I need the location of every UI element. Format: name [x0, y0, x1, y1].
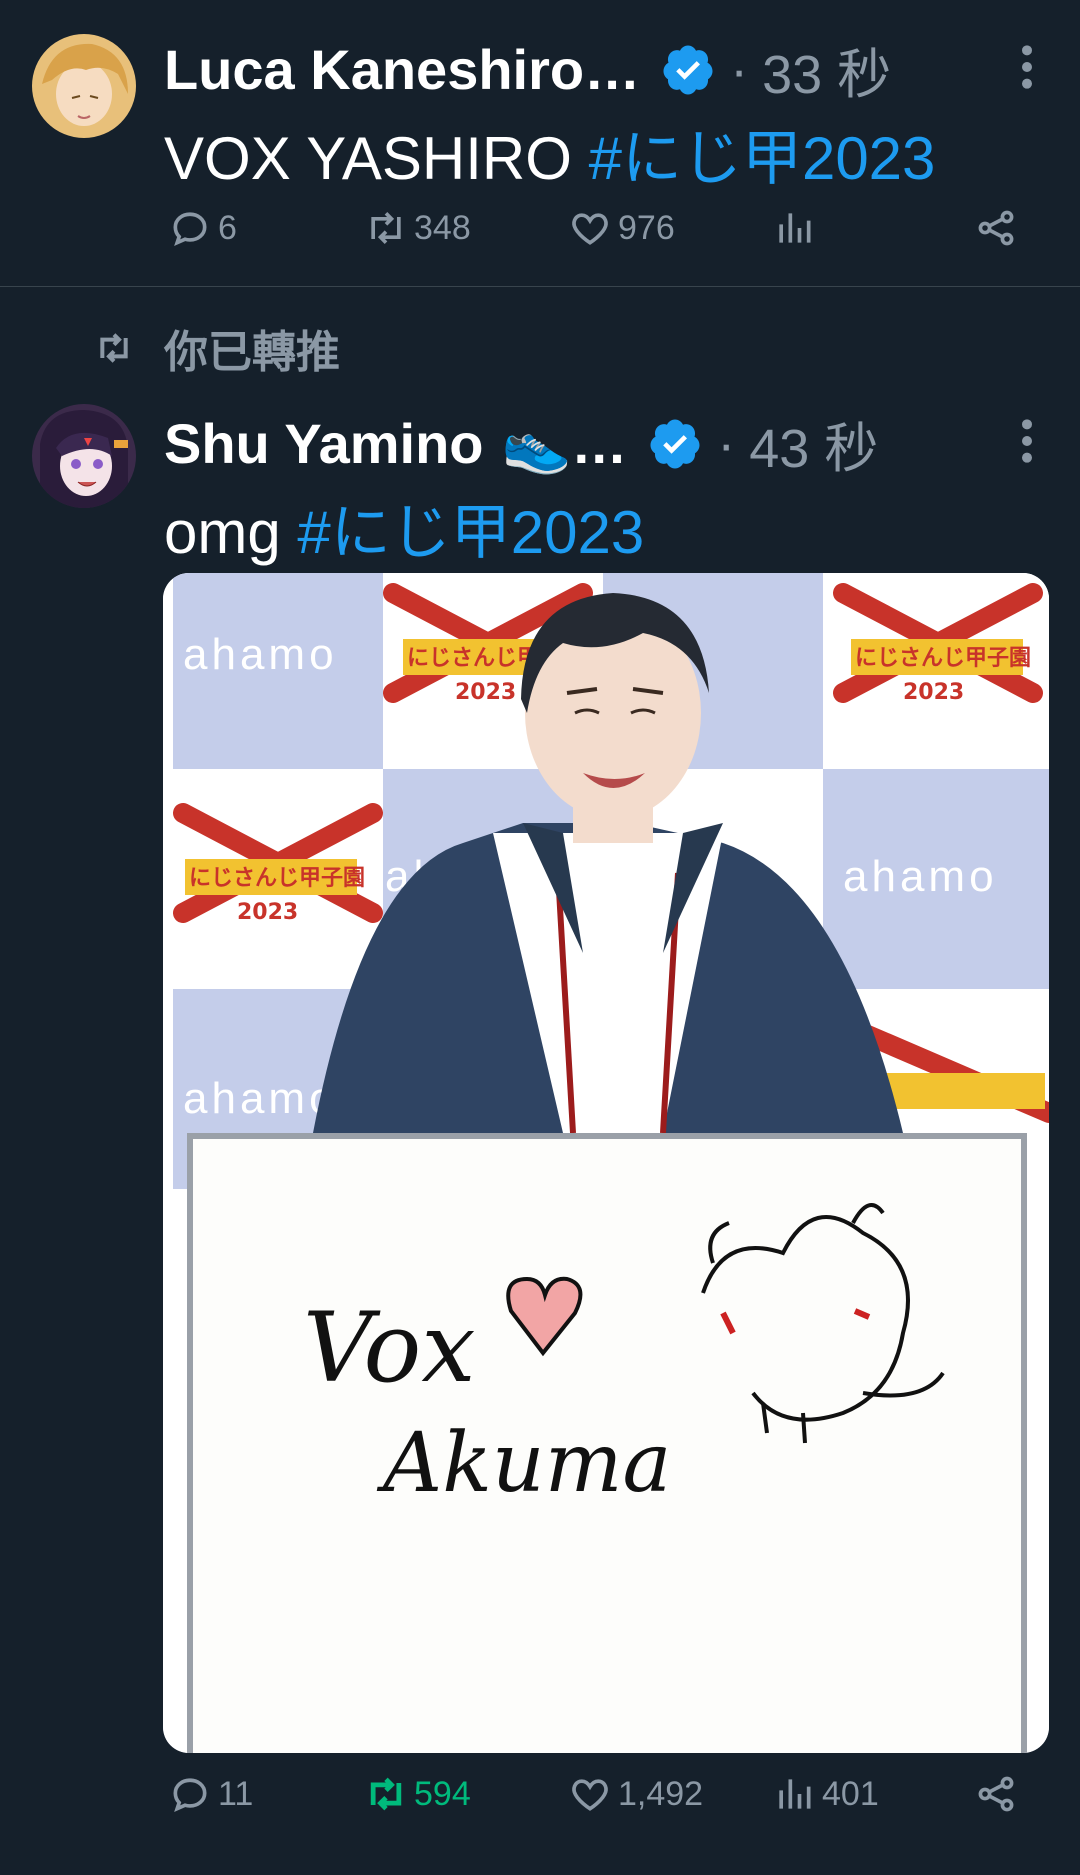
badge-2-text: にじさんじ甲子園: [855, 646, 1031, 671]
reply-icon: [173, 212, 207, 247]
more-icon[interactable]: [1012, 416, 1042, 466]
action-bar: 11 594 1,492 401: [168, 1772, 1028, 1832]
retweet-count: 348: [414, 208, 471, 247]
board-text-vox: Vox: [303, 1292, 475, 1404]
views-button[interactable]: 401: [772, 1772, 879, 1816]
shoe-emoji-icon: 👟: [501, 411, 572, 475]
author-name[interactable]: Shu Yamino: [164, 411, 483, 476]
retweet-indicator: 你已轉推: [92, 316, 340, 380]
backdrop-logo-1: ahamo: [183, 630, 338, 679]
avatar-shu-image: [32, 404, 136, 508]
backdrop-logo-4: ahamo: [183, 1074, 338, 1123]
retweet-indicator-icon: [100, 333, 128, 363]
like-count: 976: [618, 208, 675, 247]
retweet-icon: [371, 212, 401, 244]
separator: ·: [730, 39, 749, 100]
views-count: 401: [822, 1774, 879, 1813]
badge-3-year: 2023: [237, 900, 298, 925]
media-illustration: ahamo ahamo ahamo ahamo にじさんじ甲子園 2023 にじ…: [163, 573, 1049, 1753]
avatar-shu[interactable]: [32, 404, 136, 508]
avatar-luca-image: [32, 34, 136, 138]
author-name[interactable]: Luca Kaneshiro…: [164, 37, 640, 102]
reply-count: 6: [218, 208, 237, 247]
author-row: Luca Kaneshiro… · 33 秒: [164, 30, 891, 109]
views-icon: [779, 213, 811, 243]
reply-button[interactable]: 11: [168, 1772, 253, 1816]
verified-icon: [650, 419, 700, 468]
like-count: 1,492: [618, 1774, 704, 1813]
share-icon: [978, 210, 1014, 246]
tweet-text: omg #にじ甲2023: [164, 484, 644, 571]
separator: ·: [717, 413, 736, 474]
badge-3-text: にじさんじ甲子園: [189, 866, 365, 891]
more-icon[interactable]: [1012, 42, 1042, 92]
action-bar: 6 348 976: [168, 206, 1028, 266]
author-row: Shu Yamino 👟 … · 43 秒: [164, 404, 878, 483]
retweet-count: 594: [414, 1774, 471, 1813]
badge-2-year: 2023: [903, 680, 964, 705]
share-button[interactable]: [974, 1772, 1024, 1816]
like-icon: [572, 1779, 608, 1811]
retweet-indicator-label: 你已轉推: [164, 328, 340, 377]
retweet-icon: [370, 1777, 402, 1811]
hashtag-link[interactable]: #にじ甲2023: [589, 125, 936, 192]
tweet-text: VOX YASHIRO #にじ甲2023: [164, 110, 935, 197]
reply-button[interactable]: 6: [168, 206, 237, 250]
timestamp[interactable]: 33 秒: [762, 30, 891, 109]
board-text-akuma: Akuma: [376, 1416, 671, 1511]
tweet-body: omg: [164, 499, 281, 566]
views-icon: [779, 1779, 811, 1809]
share-icon: [978, 1776, 1014, 1812]
tweet-luca[interactable]: Luca Kaneshiro… · 33 秒 VOX YASHIRO #にじ甲2…: [0, 0, 1080, 287]
timestamp[interactable]: 43 秒: [749, 404, 878, 483]
like-button[interactable]: 976: [568, 206, 675, 250]
verified-icon: [663, 45, 713, 94]
like-icon: [572, 213, 608, 245]
hashtag-link[interactable]: #にじ甲2023: [297, 499, 644, 566]
retweet-button[interactable]: 348: [364, 206, 471, 250]
badge-1-year: 2023: [455, 680, 516, 705]
retweet-button-active[interactable]: 594: [364, 1772, 471, 1816]
author-ellipsis: …: [571, 412, 628, 475]
tweet-body: VOX YASHIRO: [164, 125, 572, 192]
views-button[interactable]: [772, 206, 822, 250]
reply-icon: [173, 1778, 207, 1813]
backdrop-logo-3: ahamo: [843, 852, 998, 901]
share-button[interactable]: [974, 206, 1024, 250]
tweet-media-image[interactable]: ahamo ahamo ahamo ahamo にじさんじ甲子園 2023 にじ…: [163, 573, 1049, 1753]
whiteboard: Vox Akuma: [187, 1133, 1027, 1753]
avatar-luca[interactable]: [32, 34, 136, 138]
like-button[interactable]: 1,492: [568, 1772, 703, 1816]
reply-count: 11: [218, 1774, 254, 1813]
